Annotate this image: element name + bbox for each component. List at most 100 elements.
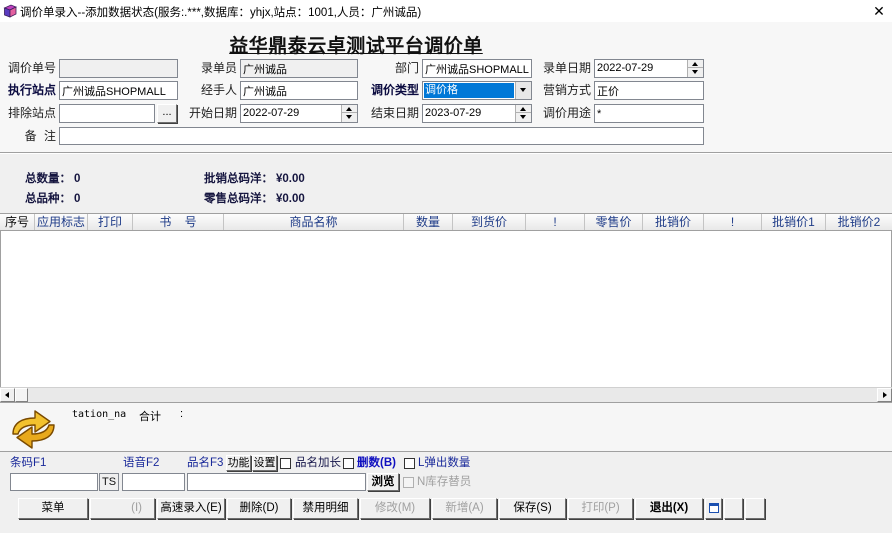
record-date-value: 2022-07-29 (597, 62, 654, 74)
window-button[interactable] (705, 498, 722, 519)
end-date-spinner[interactable] (515, 105, 531, 122)
wholesale-total-label: 批销总码洋： (204, 173, 273, 185)
exec-site-label: 执行站点 (7, 83, 56, 97)
column-header[interactable]: 到货价 (453, 214, 526, 230)
spin-up-icon[interactable] (342, 105, 357, 113)
column-header[interactable]: 批销价 (643, 214, 704, 230)
recorder-label: 录单员 (200, 61, 237, 75)
delete-qty-label: 删数(B) (357, 457, 396, 469)
add-button[interactable]: 新增(A) (432, 498, 497, 519)
ts-toggle[interactable]: TS (99, 473, 119, 491)
end-date-label: 结束日期 (370, 106, 419, 120)
order-no-field[interactable] (59, 59, 178, 78)
remark-label: 备 注 (24, 129, 56, 143)
total-qty-label: 总数量： (25, 173, 71, 185)
column-header[interactable]: ! (704, 214, 762, 230)
stock-replace-label: N库存替员 (417, 476, 472, 488)
column-header[interactable]: 商品名称 (224, 214, 404, 230)
spin-down-icon[interactable] (688, 68, 703, 76)
total-qty-value: 0 (74, 173, 81, 185)
total-kinds-label: 总品种： (25, 193, 71, 205)
total-label: 合计 (139, 411, 161, 423)
name-input[interactable] (187, 473, 366, 491)
adjust-type-label: 调价类型 (370, 83, 419, 97)
purpose-label: 调价用途 (542, 106, 591, 120)
long-name-checkbox[interactable] (280, 458, 291, 469)
close-icon[interactable]: ✕ (870, 2, 888, 20)
column-header[interactable]: 应用标志 (35, 214, 88, 230)
scroll-right-icon[interactable] (877, 388, 892, 402)
column-header[interactable]: 打印 (88, 214, 133, 230)
print-button[interactable]: 打印(P) (568, 498, 633, 519)
hold-button[interactable]: (I) (90, 498, 155, 519)
modify-button[interactable]: 修改(M) (360, 498, 430, 519)
delete-qty-checkbox[interactable] (343, 458, 354, 469)
long-name-label: 品名加长 (295, 457, 341, 469)
recorder-field[interactable] (240, 59, 358, 78)
settings-button[interactable]: 设置 (252, 455, 277, 471)
column-header[interactable]: 批销价2 (826, 214, 892, 230)
adjust-type-select[interactable]: 调价格 (422, 81, 532, 100)
column-header[interactable]: ! (526, 214, 585, 230)
title-bar: 调价单录入--添加数据状态(服务:.***,数据库：yhjx,站点：1001,人… (0, 0, 892, 22)
record-date-spinner[interactable] (687, 60, 703, 77)
chevron-down-icon[interactable] (515, 82, 531, 99)
remark-field[interactable] (59, 127, 704, 145)
sales-mode-field[interactable] (594, 81, 704, 100)
exit-button[interactable]: 退出(X) (635, 498, 703, 519)
horizontal-scrollbar[interactable] (0, 387, 892, 402)
exclude-site-label: 排除站点 (7, 106, 56, 120)
page-title: 益华鼎泰云卓测试平台调价单 (229, 35, 483, 57)
browse-button[interactable]: 浏览 (367, 473, 399, 491)
exclude-site-browse-button[interactable]: ... (157, 104, 177, 123)
retail-total-label: 零售总码洋： (204, 193, 273, 205)
name-label: 品名F3 (187, 457, 224, 469)
exec-site-field[interactable] (59, 81, 178, 100)
column-header[interactable]: 序号 (0, 214, 35, 230)
sales-mode-label: 营销方式 (542, 83, 591, 97)
column-header[interactable]: 零售价 (585, 214, 643, 230)
retail-total-value: ¥0.00 (276, 193, 305, 205)
start-date-field[interactable]: 2022-07-29 (240, 104, 358, 123)
blank-button[interactable] (745, 498, 765, 519)
start-date-spinner[interactable] (341, 105, 357, 122)
refresh-arrows-icon[interactable] (5, 408, 62, 451)
exclude-site-field[interactable] (59, 104, 155, 123)
wholesale-total-value: ¥0.00 (276, 173, 305, 185)
column-header[interactable]: 书 号 (133, 214, 224, 230)
total-separator: : (180, 408, 184, 420)
form-divider (0, 152, 892, 154)
spin-down-icon[interactable] (342, 113, 357, 121)
window-icon (709, 503, 719, 513)
column-header[interactable]: 批销价1 (762, 214, 826, 230)
total-kinds-value: 0 (74, 193, 81, 205)
end-date-field[interactable]: 2023-07-29 (422, 104, 532, 123)
table-body[interactable] (0, 231, 892, 387)
spin-up-icon[interactable] (688, 60, 703, 68)
spin-down-icon[interactable] (516, 113, 531, 121)
popup-qty-checkbox[interactable] (404, 458, 415, 469)
save-button[interactable]: 保存(S) (499, 498, 566, 519)
purpose-field[interactable] (594, 104, 704, 123)
stock-replace-checkbox[interactable] (403, 477, 414, 488)
start-date-value: 2022-07-29 (243, 107, 300, 119)
spin-up-icon[interactable] (516, 105, 531, 113)
delete-button[interactable]: 删除(D) (227, 498, 291, 519)
disable-detail-button[interactable]: 禁用明细 (293, 498, 358, 519)
department-field[interactable] (422, 59, 532, 78)
menu-button[interactable]: 菜单 (18, 498, 88, 519)
order-no-label: 调价单号 (7, 61, 56, 75)
barcode-input[interactable] (10, 473, 98, 491)
column-header[interactable]: 数量 (404, 214, 453, 230)
fast-entry-button[interactable]: 高速录入(E) (157, 498, 225, 519)
scroll-thumb[interactable] (15, 388, 28, 402)
blank-button[interactable] (724, 498, 743, 519)
record-date-field[interactable]: 2022-07-29 (594, 59, 704, 78)
scroll-left-icon[interactable] (0, 388, 15, 402)
handler-label: 经手人 (200, 83, 237, 97)
function-button[interactable]: 功能 (226, 455, 251, 471)
handler-field[interactable] (240, 81, 358, 100)
barcode-label: 条码F1 (10, 457, 47, 469)
voice-input[interactable] (122, 473, 185, 491)
table-header: 序号 应用标志 打印 书 号 商品名称 数量 到货价 ! 零售价 批销价 ! 批… (0, 213, 892, 231)
